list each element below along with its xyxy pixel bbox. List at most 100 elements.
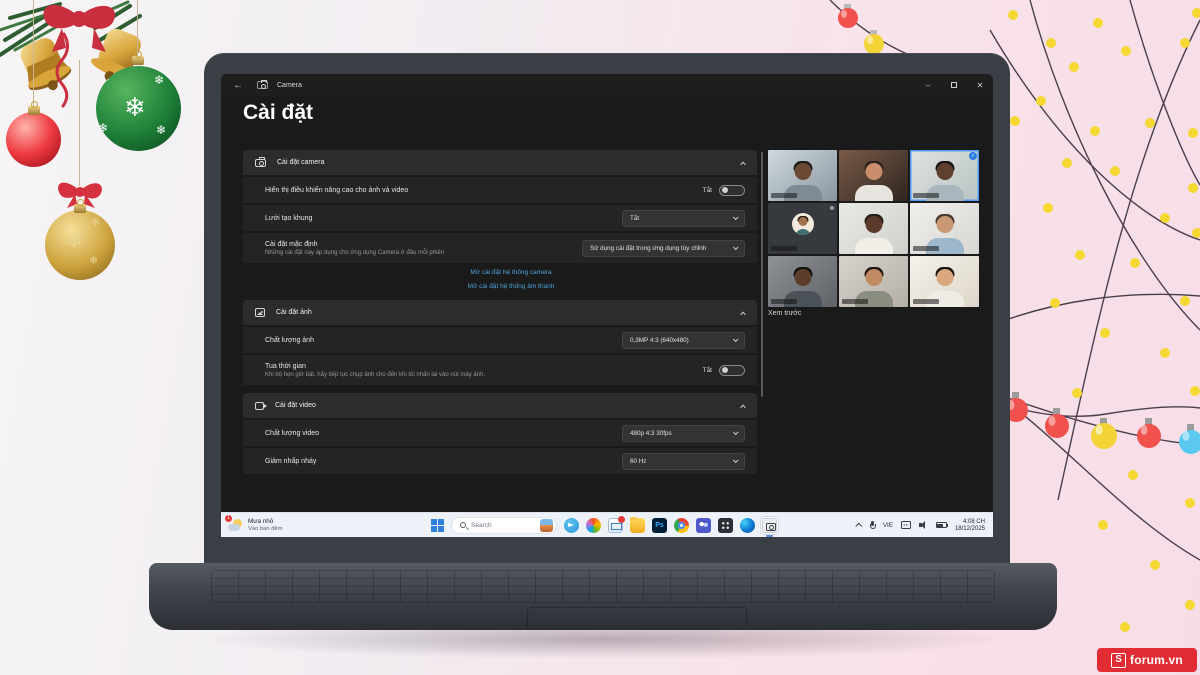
person-body xyxy=(794,229,811,236)
language-indicator[interactable]: VIE xyxy=(883,522,893,529)
toggle-switch[interactable] xyxy=(719,364,745,376)
laptop-trackpad xyxy=(527,607,747,627)
dropdown[interactable]: 480p 4:3 30fps xyxy=(622,424,745,442)
fairy-light-dot xyxy=(1185,498,1195,508)
settings-links: Mở cài đặt hệ thống camera Mở cài đặt hệ … xyxy=(243,265,757,292)
explorer-taskbar-icon[interactable] xyxy=(630,516,645,533)
copilot-icon xyxy=(586,517,601,533)
dropdown[interactable]: 60 Hz xyxy=(622,452,745,470)
weather-widget[interactable]: 1 Mưa nhỏ Vào ban đêm xyxy=(225,515,378,532)
microphone-icon[interactable] xyxy=(869,521,877,529)
fairy-light-dot xyxy=(1046,38,1056,48)
participant-tile[interactable]: ✓ xyxy=(910,150,979,201)
participant-tile[interactable] xyxy=(839,203,908,254)
fairy-light-dot xyxy=(1130,258,1140,268)
camera-preview-panel: ✓ Xem trước xyxy=(768,150,980,317)
camera-app-icon xyxy=(257,79,268,89)
ornament-string-gold xyxy=(79,60,80,186)
apps-grid-taskbar-icon[interactable] xyxy=(718,517,733,533)
search-box[interactable]: Search xyxy=(451,516,557,534)
settings-section: Cài đặt video Chất lượng video 480p 4:3 30… xyxy=(243,393,757,474)
search-placeholder: Search xyxy=(471,521,492,529)
photoshop-taskbar-icon[interactable]: Ps xyxy=(652,517,667,533)
taskbar: 1 Mưa nhỏ Vào ban đêm Search Ps VIE 4:08… xyxy=(221,512,993,537)
fairy-light-dot xyxy=(1192,8,1200,18)
fairy-light-dot xyxy=(1180,296,1190,306)
person-face xyxy=(936,269,953,287)
apps-grid-icon xyxy=(718,517,733,533)
tray-chevron-up-icon[interactable] xyxy=(855,522,863,530)
participant-tile[interactable] xyxy=(910,203,979,254)
fairy-light-dot xyxy=(1145,118,1155,128)
touch-keyboard-icon[interactable] xyxy=(900,521,911,529)
section-header[interactable]: Cài đặt camera xyxy=(243,150,757,175)
notification-badge xyxy=(618,515,625,523)
laptop-keyboard xyxy=(211,570,995,603)
ornament-string-red xyxy=(33,0,34,112)
fairy-light-dot xyxy=(1050,298,1060,308)
clock[interactable]: 4:08 CH 18/12/2025 xyxy=(955,519,985,532)
section-header[interactable]: Cài đặt video xyxy=(243,393,757,418)
fairy-light-dot xyxy=(1062,158,1072,168)
restore-button[interactable] xyxy=(941,81,967,90)
tile-check-badge: ✓ xyxy=(969,152,977,160)
back-button[interactable]: ← xyxy=(233,80,243,91)
person-face xyxy=(798,217,807,227)
start-button[interactable] xyxy=(431,518,444,532)
participant-name-label xyxy=(842,299,868,304)
speaker-icon[interactable] xyxy=(918,521,928,529)
gold-ornament-cap xyxy=(74,199,86,213)
settings-row: Cài đặt mặc định Những cài đặt này áp dụn… xyxy=(243,233,757,263)
participant-tile[interactable] xyxy=(839,256,908,307)
fairy-light-dot xyxy=(1093,18,1103,28)
laptop-screen: ← Camera – ✕ Cài đặt Cài đặt camera Hiển … xyxy=(221,74,993,537)
teams-taskbar-icon[interactable] xyxy=(696,517,711,533)
participant-tile[interactable] xyxy=(910,256,979,307)
settings-row: Chất lượng ảnh 0,3MP 4:3 (640x480) xyxy=(243,327,757,353)
battery-icon[interactable] xyxy=(935,522,949,528)
dropdown[interactable]: Sử dụng cài đặt trong ứng dụng tùy chỉnh xyxy=(582,239,745,257)
restore-icon xyxy=(951,81,957,88)
settings-link[interactable]: Mở cài đặt hệ thống camera xyxy=(470,269,551,276)
participant-tile[interactable] xyxy=(768,203,837,254)
fairy-light-dot xyxy=(1188,128,1198,138)
row-control: Tắt xyxy=(703,364,745,376)
telegram-taskbar-icon[interactable] xyxy=(564,517,579,533)
minimize-button[interactable]: – xyxy=(915,81,941,90)
weather-detail: Vào ban đêm xyxy=(248,526,283,532)
dropdown[interactable]: 0,3MP 4:3 (640x480) xyxy=(622,331,745,349)
chrome-taskbar-icon[interactable] xyxy=(674,517,689,533)
close-button[interactable]: ✕ xyxy=(967,81,993,90)
mail-taskbar-icon[interactable] xyxy=(608,515,625,533)
toggle-switch[interactable] xyxy=(719,184,745,196)
participant-tile[interactable] xyxy=(768,150,837,201)
row-sublabel: Khi bộ hẹn giờ bật, hãy tiếp tục chụp ản… xyxy=(265,371,486,378)
laptop-base xyxy=(149,563,1057,630)
row-sublabel: Những cài đặt này áp dụng cho ứng dụng C… xyxy=(265,249,445,256)
row-labels: Chất lượng ảnh xyxy=(265,337,314,344)
settings-link[interactable]: Mở cài đặt hệ thống âm thanh xyxy=(468,283,555,290)
red-ornament-ball xyxy=(6,112,61,167)
participant-name-label xyxy=(913,193,939,198)
settings-sections: Cài đặt camera Hiển thị điều khiển nâng c… xyxy=(243,150,757,482)
section-header[interactable]: Cài đặt ảnh xyxy=(243,300,757,325)
participant-tile[interactable] xyxy=(839,150,908,201)
participant-tile[interactable] xyxy=(768,256,837,307)
edge-taskbar-icon[interactable] xyxy=(740,517,755,533)
green-ornament-ball: ❄ ❄ ❄ ❄ ❄ xyxy=(96,66,181,151)
section-title: Cài đặt ảnh xyxy=(276,309,312,316)
toggle-state-label: Tắt xyxy=(702,186,712,194)
fairy-light-dot xyxy=(1188,183,1198,193)
fairy-light-dot xyxy=(1069,62,1079,72)
copilot-taskbar-icon[interactable] xyxy=(586,517,601,533)
photo-settings-icon xyxy=(255,308,265,317)
fairy-light-dot xyxy=(1128,470,1138,480)
fairy-light-dot xyxy=(1036,96,1046,106)
dropdown[interactable]: Tắt xyxy=(622,209,745,227)
row-label: Tua thời gian xyxy=(265,362,306,370)
scrollbar[interactable] xyxy=(761,152,763,397)
section-title: Cài đặt camera xyxy=(277,159,325,166)
person-face xyxy=(794,163,811,181)
preview-label: Xem trước xyxy=(768,310,802,317)
camera-taskbar-icon[interactable] xyxy=(760,515,779,537)
